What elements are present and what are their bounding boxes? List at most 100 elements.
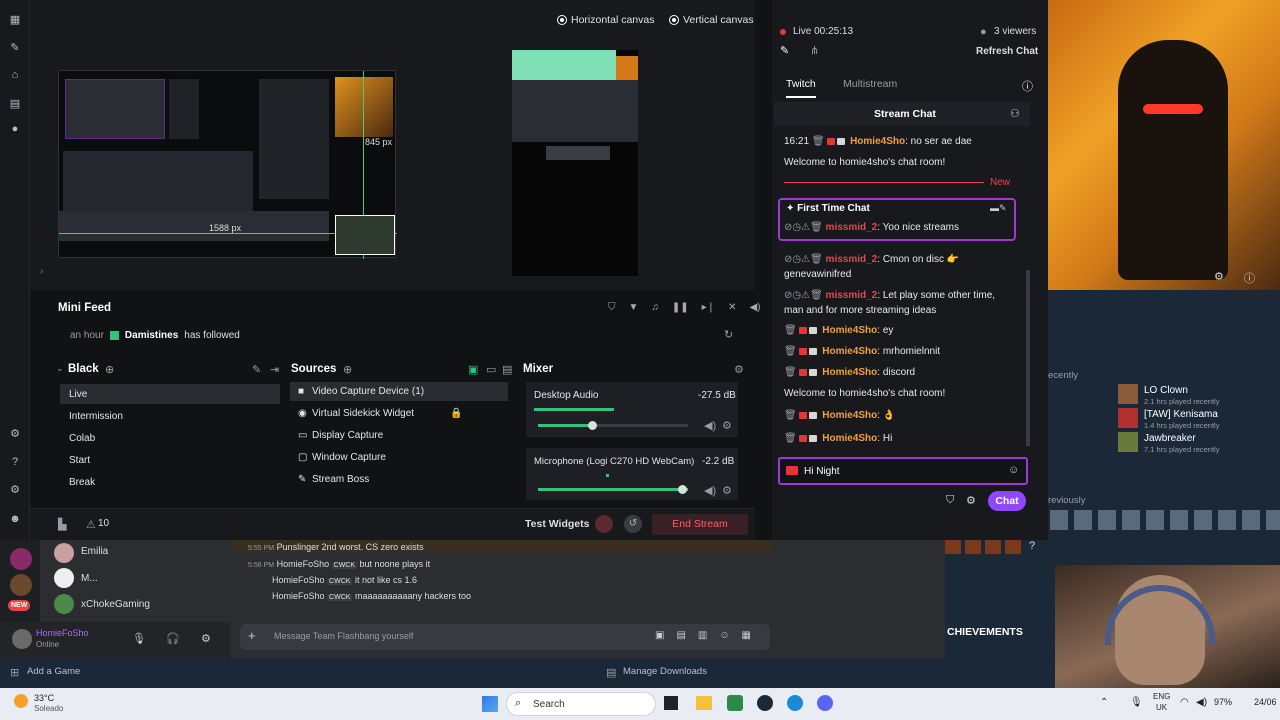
scene-item[interactable]: Break <box>69 477 95 488</box>
msg-user[interactable]: HomieFoSho <box>272 575 325 585</box>
volume-slider-handle[interactable] <box>678 485 687 494</box>
member-name[interactable]: Emilia <box>81 546 108 557</box>
channel-settings-icon[interactable]: ⚙ <box>722 484 732 497</box>
horizontal-canvas[interactable]: 845 px 1588 px <box>58 70 397 259</box>
friend-name[interactable]: [TAW] Kenisama <box>1144 409 1218 420</box>
dismiss-icon[interactable]: ▬✎ <box>990 203 1007 214</box>
avatar[interactable] <box>54 568 74 588</box>
source-item[interactable]: Virtual Sidekick Widget <box>312 408 414 419</box>
msg-user[interactable]: missmid_2 <box>826 254 878 265</box>
server-icon[interactable] <box>10 574 32 596</box>
manage-downloads-button[interactable]: Manage Downloads <box>623 666 707 677</box>
msg-user[interactable]: Punslinger <box>277 542 320 552</box>
delete-icon[interactable]: 🗑 <box>784 433 797 444</box>
pause-icon[interactable]: ❚❚ <box>672 302 689 313</box>
input-tools-icons[interactable]: ▣▤▥☺▦ <box>655 630 763 641</box>
filter-icon[interactable]: ▼ <box>629 302 639 313</box>
shield-icon[interactable]: ⛉ <box>946 494 954 507</box>
search-box[interactable]: ⌕ Search <box>506 692 656 716</box>
source-group-icon[interactable]: ▣ <box>468 363 478 376</box>
chat-input[interactable]: Hi Night <box>804 466 840 477</box>
scene-item-active[interactable] <box>60 384 280 404</box>
alert-icon[interactable]: ⚠ <box>86 518 96 531</box>
source-item[interactable]: Video Capture Device (1) <box>312 386 424 397</box>
tray-chevron-icon[interactable]: ⌃ <box>1100 697 1108 708</box>
volume-slider-handle[interactable] <box>588 421 597 430</box>
apps-icon[interactable]: ▤ <box>8 96 22 110</box>
pin-icon[interactable]: ✎ <box>252 363 261 376</box>
member-name[interactable]: xChokeGaming <box>81 599 150 610</box>
send-chat-button[interactable]: Chat <box>988 491 1026 511</box>
settings-icon[interactable]: ⚙ <box>201 632 211 645</box>
help-icon[interactable]: ? <box>1029 540 1035 552</box>
msg-user[interactable]: Homie4Sho <box>822 346 877 357</box>
msg-user[interactable]: missmid_2 <box>826 290 878 301</box>
source-settings-icon[interactable]: ▤ <box>502 363 512 376</box>
source-item[interactable]: Stream Boss <box>312 474 369 485</box>
rec-button[interactable] <box>595 515 613 533</box>
scene-item[interactable]: Intermission <box>69 411 123 422</box>
friend-name[interactable]: LO Clown <box>1144 385 1188 396</box>
mod-actions-icon[interactable]: ⊘◷⚠🗑 <box>784 254 823 265</box>
weather-temp[interactable]: 33°C <box>34 693 54 703</box>
editor-icon[interactable]: ▦ <box>8 12 22 26</box>
user-name[interactable]: HomieFoSho <box>36 628 89 638</box>
scene-item[interactable]: Start <box>69 455 90 466</box>
task-view-icon[interactable] <box>664 696 678 710</box>
msg-user[interactable]: Homie4Sho <box>822 325 877 336</box>
msg-user[interactable]: missmid_2 <box>826 222 878 233</box>
mod-actions-icon[interactable]: ⊘◷⚠🗑 <box>784 222 823 233</box>
chat-input-box[interactable]: Hi Night ☺ <box>778 457 1028 485</box>
add-scene-icon[interactable]: ⊕ <box>105 363 114 376</box>
mixer-settings-icon[interactable]: ⚙ <box>734 363 744 376</box>
info-icon[interactable]: ⓘ <box>1022 78 1033 94</box>
msg-user[interactable]: Homie4Sho <box>822 433 877 444</box>
shield-icon[interactable]: ⛉ <box>608 302 616 313</box>
chat-settings-icon[interactable]: ⚙ <box>966 494 976 507</box>
speaker-icon[interactable]: ◀) <box>704 419 716 432</box>
msg-user[interactable]: Homie4Sho <box>822 410 877 421</box>
collapse-arrow-icon[interactable]: › <box>40 266 43 277</box>
vertical-canvas-toggle[interactable]: Vertical canvas <box>670 14 754 26</box>
delete-icon[interactable]: 🗑 <box>784 410 797 421</box>
emoji-icon[interactable]: ☺ <box>1008 464 1019 476</box>
msg-user[interactable]: Homie4Sho <box>850 136 905 147</box>
edit-icon[interactable]: ✎ <box>780 44 789 57</box>
msg-user[interactable]: Homie4Sho <box>822 367 877 378</box>
delete-icon[interactable]: 🗑 <box>812 136 825 147</box>
delete-icon[interactable]: 🗑 <box>784 367 797 378</box>
lock-icon[interactable]: 🔒 <box>450 408 462 419</box>
users-icon[interactable]: ⚇ <box>1010 107 1020 120</box>
help-icon[interactable]: ? <box>8 455 22 469</box>
horizontal-canvas-toggle[interactable]: Horizontal canvas <box>558 14 654 26</box>
gear-icon[interactable]: ⚙ <box>1214 270 1224 283</box>
share-icon[interactable]: ⋔ <box>810 44 819 57</box>
discord-icon[interactable] <box>817 695 833 711</box>
replay-icon[interactable]: ↺ <box>624 515 642 533</box>
mute-alerts-icon[interactable]: ✕ <box>728 302 736 313</box>
chat-scrollbar[interactable] <box>1026 270 1030 446</box>
collapse-icon[interactable]: ⌄ <box>56 363 64 374</box>
scene-item[interactable]: Live <box>69 389 87 400</box>
stats-icon[interactable]: ▙ <box>58 518 66 531</box>
avatar[interactable] <box>54 543 74 563</box>
attach-icon[interactable]: + <box>248 628 256 643</box>
avatar[interactable] <box>12 629 32 649</box>
folder-icon[interactable]: ▭ <box>486 363 496 376</box>
speaker-icon[interactable]: ◀) <box>704 484 716 497</box>
source-item[interactable]: Window Capture <box>312 452 386 463</box>
add-source-icon[interactable]: ⊕ <box>343 363 352 376</box>
music-icon[interactable]: ♫ <box>651 302 659 313</box>
store-icon[interactable]: ⌂ <box>8 68 22 82</box>
msg-user[interactable]: HomieFoSho <box>272 591 325 601</box>
edge-icon[interactable] <box>787 695 803 711</box>
record-icon[interactable]: ● <box>8 122 22 136</box>
info-icon[interactable]: ⓘ <box>1244 270 1255 286</box>
mic-icon[interactable]: 🎙 <box>132 632 146 645</box>
vertical-canvas[interactable] <box>512 50 638 276</box>
skip-icon[interactable]: ▸❘ <box>702 302 715 313</box>
delete-icon[interactable]: 🗑 <box>784 325 797 336</box>
volume-icon[interactable]: ◀) <box>749 302 760 313</box>
windows-start-icon[interactable] <box>482 696 498 712</box>
message-input[interactable]: Message Team Flashbang yourself <box>274 631 413 641</box>
